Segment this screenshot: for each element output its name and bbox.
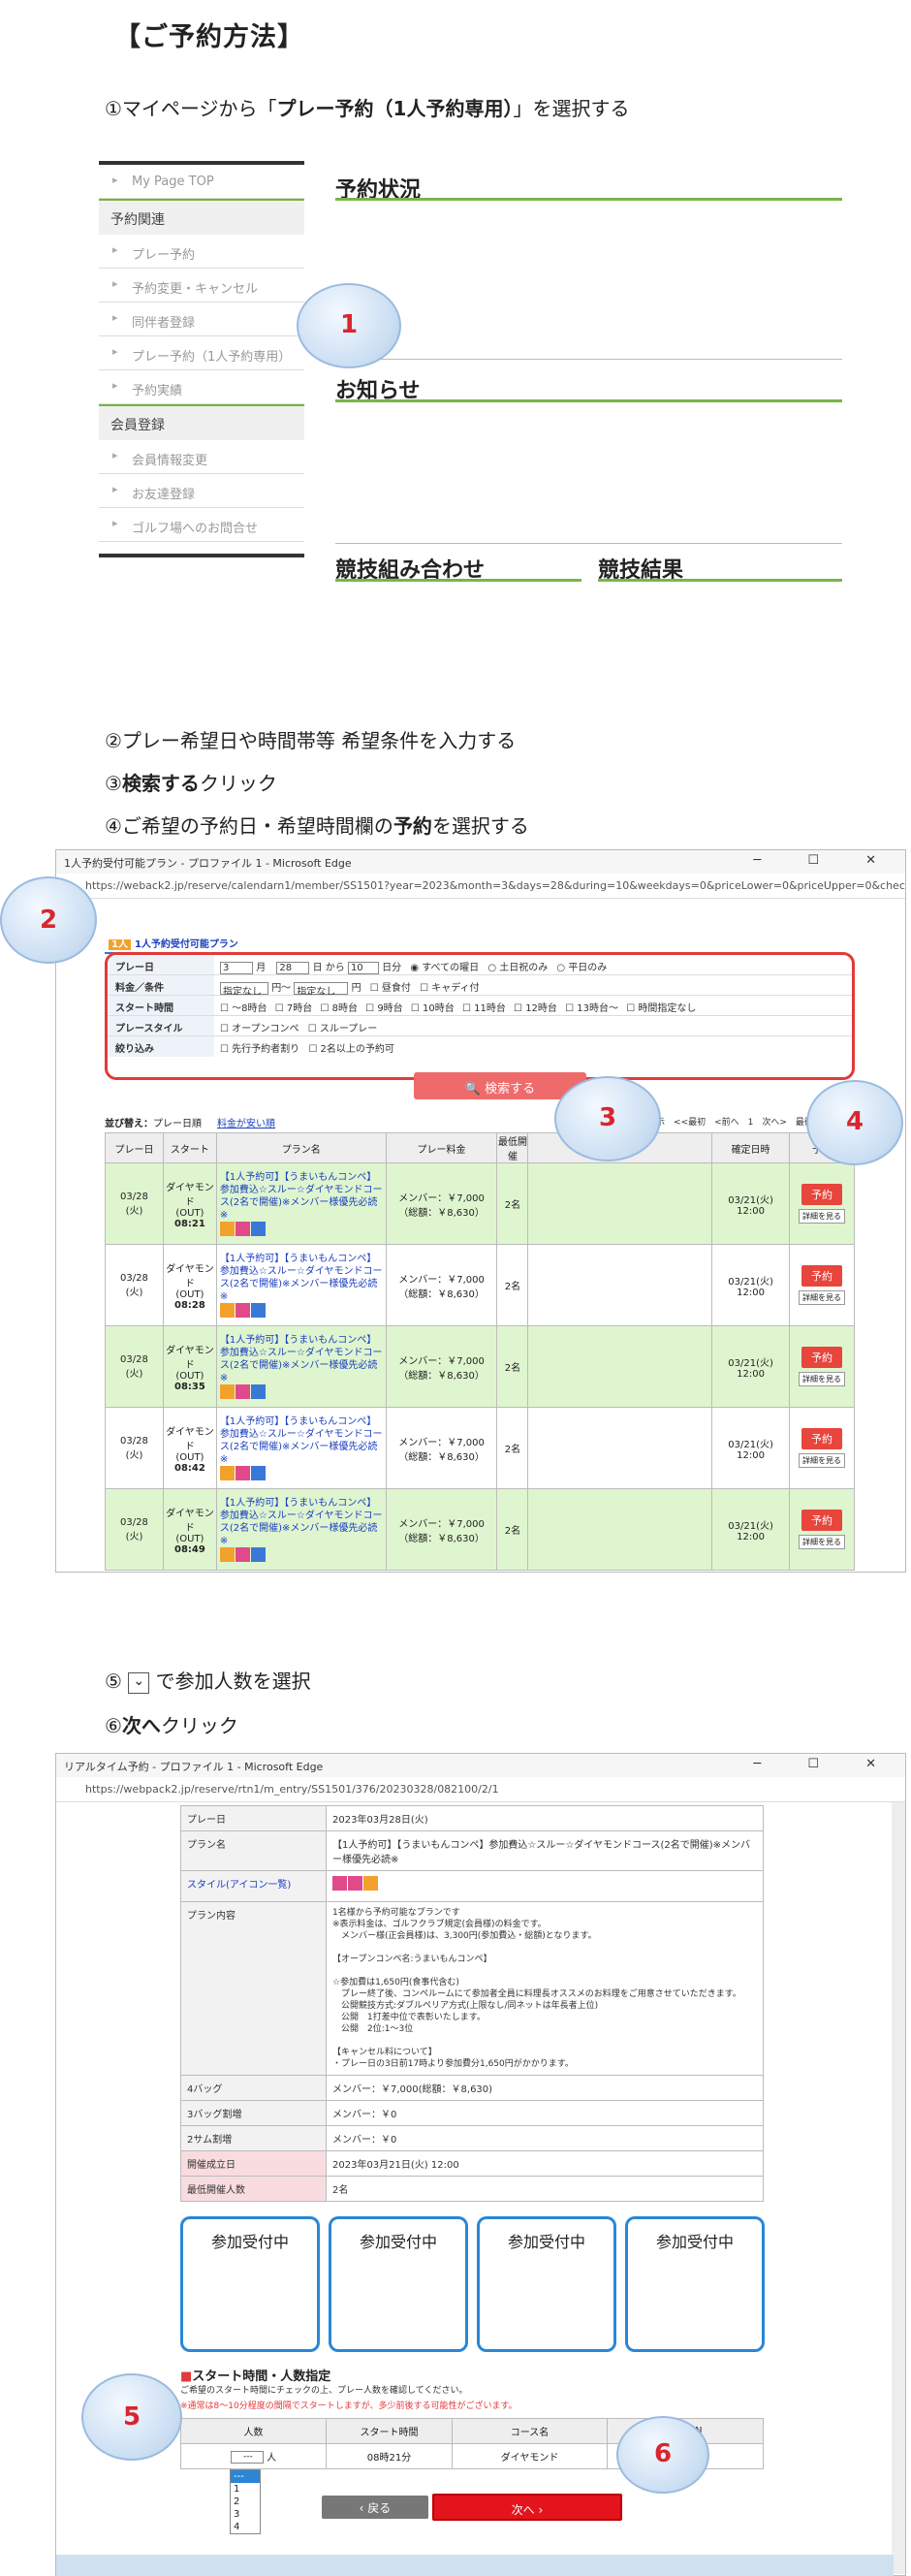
table-row: 03/28 (火) ダイヤモンド (OUT) 08:28 【1人予約可】【うまいもんコ…: [105, 1244, 855, 1326]
reserve-button[interactable]: 予約: [801, 1428, 843, 1449]
menu-play-reservation[interactable]: プレー予約: [99, 235, 304, 269]
results-table: プレー日 スタート プラン名 プレー料金 最低開催 予約状況 確定日時 予約 0…: [105, 1132, 855, 1571]
menu-member-info[interactable]: 会員情報変更: [99, 440, 304, 474]
reserve-button[interactable]: 予約: [801, 1347, 843, 1368]
menu-change-cancel[interactable]: 予約変更・キャンセル: [99, 269, 304, 302]
chevron-down-icon: ⌄: [128, 1671, 150, 1694]
back-button[interactable]: ‹ 戻る: [322, 2496, 428, 2519]
sort-bar: 並び替え：プレー日順 料金が安い順: [105, 1119, 275, 1129]
callout-2: 2: [0, 876, 97, 964]
search-form: プレー日 3 月 28 日 から 10 日分 ◉ すべての曜日 ○ 土日祝のみ …: [105, 952, 855, 1080]
entry-card-4: 参加受付中: [625, 2216, 765, 2352]
search-button[interactable]: 🔍 検索する: [414, 1072, 586, 1099]
step-5: ⑤ ⌄ で参加人数を選択: [105, 1670, 311, 1694]
month-input[interactable]: 3: [220, 961, 253, 974]
icon-list-link[interactable]: スタイル(アイコン一覧): [187, 1880, 291, 1891]
menu-section-reservation: 予約関連: [99, 199, 304, 235]
callout-6: 6: [616, 2416, 709, 2494]
day-input[interactable]: 28: [276, 961, 310, 974]
dropdown-option[interactable]: 2: [231, 2496, 260, 2508]
dropdown-option[interactable]: 1: [231, 2483, 260, 2496]
detail-button[interactable]: 詳細を見る: [799, 1535, 846, 1549]
window-title: リアルタイム予約 - プロファイル 1 - Microsoft Edge ─ ☐ …: [56, 1754, 905, 1777]
mypage-sidebar: My Page TOP 予約関連 プレー予約 予約変更・キャンセル 同伴者登録 …: [99, 161, 304, 557]
table-row: 03/28 (火) ダイヤモンド (OUT) 08:42 【1人予約可】【うまいもんコ…: [105, 1407, 855, 1489]
plan-link[interactable]: 【1人予約可】【うまいもんコンペ】参加費込☆スルー☆ダイヤモンドコース(2名で開…: [220, 1335, 383, 1383]
plan-badge: 1人 1人予約受付可能プラン: [105, 934, 242, 954]
plan-link[interactable]: 【1人予約可】【うまいもんコンペ】参加費込☆スルー☆ダイヤモンドコース(2名で開…: [220, 1416, 383, 1465]
window-title: 1人予約受付可能プラン - プロファイル 1 - Microsoft Edge ─…: [56, 850, 905, 874]
menu-mypage-top[interactable]: My Page TOP: [99, 165, 304, 199]
callout-4: 4: [806, 1080, 903, 1165]
next-button[interactable]: 次へ ›: [432, 2494, 622, 2521]
menu-contact[interactable]: ゴルフ場へのお問合せ: [99, 508, 304, 542]
dropdown-option[interactable]: ---: [231, 2470, 260, 2483]
during-select[interactable]: 10: [347, 961, 379, 974]
detail-button[interactable]: 詳細を見る: [799, 1290, 846, 1305]
plan-link[interactable]: 【1人予約可】【うまいもんコンペ】参加費込☆スルー☆ダイヤモンドコース(2名で開…: [220, 1172, 383, 1221]
start-section-title: ■スタート時間・人数指定: [180, 2369, 331, 2384]
entry-card-3: 参加受付中: [477, 2216, 616, 2352]
reserve-button[interactable]: 予約: [801, 1510, 843, 1531]
page-heading: 【ご予約方法】: [114, 22, 304, 52]
step-4: ④ご希望の予約日・希望時間欄の予約を選択する: [105, 814, 529, 838]
party-size-dropdown[interactable]: --- 1 2 3 4: [230, 2469, 261, 2534]
price-min-select[interactable]: 指定なし: [220, 981, 268, 995]
menu-history[interactable]: 予約実績: [99, 370, 304, 404]
callout-5: 5: [81, 2373, 182, 2461]
step-6: ⑥次へクリック: [105, 1714, 238, 1737]
table-row: 03/28 (火) ダイヤモンド (OUT) 08:21 【1人予約可】【うまいもんコ…: [105, 1162, 855, 1245]
search-icon: 🔍: [464, 1082, 486, 1097]
table-row: 03/28 (火) ダイヤモンド (OUT) 08:49 【1人予約可】【うまいもんコ…: [105, 1488, 855, 1571]
address-bar[interactable]: https://weback2.jp/reserve/calendarn1/me…: [56, 874, 905, 899]
menu-section-member: 会員登録: [99, 404, 304, 440]
section-note: ご希望のスタート時間にチェックの上、プレー人数を確認してください。: [180, 2386, 468, 2396]
reserve-button[interactable]: 予約: [801, 1265, 843, 1287]
step-2: ②プレー希望日や時間帯等 希望条件を入力する: [105, 729, 517, 752]
section-warning: ※通常は8～10分程度の間隔でスタートしますが、多少前後する可能性がございます。: [180, 2401, 518, 2411]
menu-companion[interactable]: 同伴者登録: [99, 302, 304, 336]
plan-detail-table: プレー日 2023年03月28日(火) プラン名 【1人予約可】【うまいもんコンペ】…: [180, 1805, 764, 2202]
plan-link[interactable]: 【1人予約可】【うまいもんコンペ】参加費込☆スルー☆ダイヤモンドコース(2名で開…: [220, 1498, 383, 1546]
dropdown-option[interactable]: 4: [231, 2521, 260, 2533]
reserve-button[interactable]: 予約: [801, 1184, 843, 1205]
address-bar[interactable]: https://webpack2.jp/reserve/rtn1/m_entry…: [56, 1777, 905, 1802]
menu-friend[interactable]: お友達登録: [99, 474, 304, 508]
scrollbar[interactable]: [892, 1802, 905, 2574]
detail-button[interactable]: 詳細を見る: [799, 1453, 846, 1468]
price-max-select[interactable]: 指定なし: [294, 981, 349, 995]
plan-link[interactable]: 【1人予約可】【うまいもんコンペ】参加費込☆スルー☆ダイヤモンドコース(2名で開…: [220, 1254, 383, 1302]
detail-button[interactable]: 詳細を見る: [799, 1209, 846, 1224]
dropdown-option[interactable]: 3: [231, 2508, 260, 2521]
table-row: 03/28 (火) ダイヤモンド (OUT) 08:35 【1人予約可】【うまいもんコ…: [105, 1325, 855, 1408]
menu-single-reservation[interactable]: プレー予約（1人予約専用）: [99, 336, 304, 370]
step-1: ①マイページから「プレー予約（1人予約専用）」を選択する: [105, 97, 630, 120]
callout-1: 1: [297, 283, 401, 368]
step-3: ③検索するクリック: [105, 772, 277, 795]
party-size-select[interactable]: ---: [230, 2451, 264, 2465]
callout-3: 3: [554, 1076, 661, 1161]
entry-card-1: 参加受付中: [180, 2216, 320, 2352]
sort-price-link[interactable]: 料金が安い順: [217, 1119, 275, 1129]
detail-button[interactable]: 詳細を見る: [799, 1372, 846, 1386]
entry-card-2: 参加受付中: [329, 2216, 468, 2352]
